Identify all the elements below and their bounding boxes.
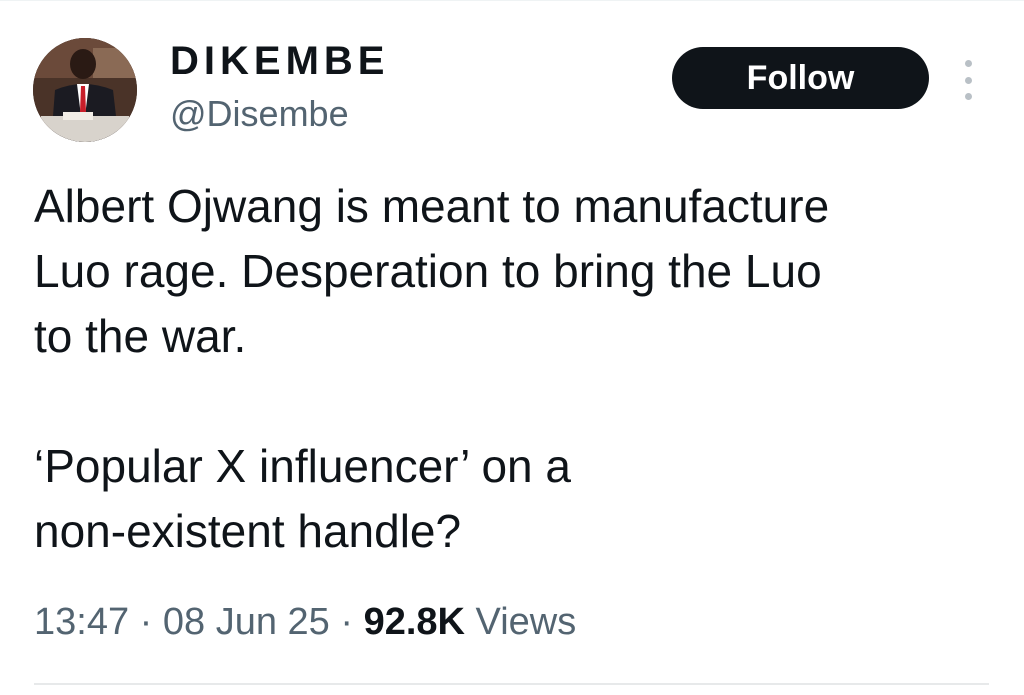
follow-button[interactable]: Follow: [672, 47, 929, 109]
tweet-text: Albert Ojwang is meant to manufacture Lu…: [34, 174, 1004, 564]
display-name[interactable]: DIKEMBE: [170, 38, 389, 84]
views-count[interactable]: 92.8K: [364, 601, 465, 643]
tweet-meta: 13:47 · 08 Jun 25 · 92.8K Views: [34, 598, 576, 646]
tweet-line: Luo rage. Desperation to bring the Luo: [34, 245, 822, 297]
top-divider: [0, 0, 1024, 1]
tweet-line: Albert Ojwang is meant to manufacture: [34, 180, 830, 232]
more-options-icon[interactable]: [955, 60, 981, 100]
tweet-line: non-existent handle?: [34, 505, 462, 557]
user-handle[interactable]: @Disembe: [170, 92, 349, 136]
tweet-line-blank: [34, 369, 1004, 434]
bottom-divider: [34, 683, 989, 685]
tweet-date[interactable]: 08 Jun 25: [163, 601, 330, 643]
tweet-line: ‘Popular X influencer’ on a: [34, 440, 571, 492]
tweet-line: to the war.: [34, 310, 247, 362]
meta-separator: ·: [139, 601, 153, 643]
profile-photo-icon: [33, 38, 137, 142]
dot-icon: [964, 76, 972, 84]
meta-separator: ·: [340, 601, 354, 643]
views-label: Views: [475, 601, 577, 643]
dot-icon: [964, 60, 972, 67]
avatar[interactable]: [33, 38, 137, 142]
tweet-time[interactable]: 13:47: [34, 601, 129, 643]
dot-icon: [964, 93, 972, 100]
